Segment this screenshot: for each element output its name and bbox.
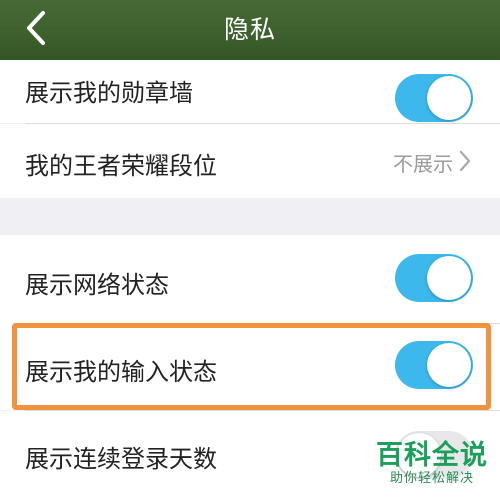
watermark-subtitle: 助你轻松解决 — [389, 471, 474, 486]
input-status-toggle[interactable] — [395, 341, 473, 389]
game-rank-value: 不展示 — [393, 152, 453, 176]
page-title: 隐私 — [223, 15, 276, 44]
toggle-knob — [427, 343, 471, 387]
toggle-knob — [427, 256, 471, 300]
medal-wall-toggle[interactable] — [395, 74, 473, 122]
nav-bar: 隐私 — [0, 0, 500, 60]
settings-row-label: 展示网络状态 — [25, 271, 169, 299]
settings-row-game-rank[interactable]: 我的王者荣耀段位 不展示 — [0, 124, 500, 198]
settings-row-input-status[interactable]: 展示我的输入状态 — [0, 324, 500, 410]
settings-row-label: 展示连续登录天数 — [25, 445, 217, 473]
toggle-knob — [427, 76, 471, 120]
settings-row-label: 展示我的输入状态 — [25, 358, 217, 386]
settings-row-label: 展示我的勋章墙 — [25, 79, 193, 107]
settings-row-label: 我的王者荣耀段位 — [25, 152, 217, 180]
watermark-title: 百科全说 — [376, 440, 488, 471]
privacy-settings-screen: 展示我的勋章墙 我的王者荣耀段位 不展示 展示网络状态 展示我的输入状态 展示连… — [0, 0, 500, 503]
chevron-right-icon — [459, 150, 471, 176]
watermark: 百科全说 助你轻松解决 — [376, 441, 488, 487]
network-status-toggle[interactable] — [395, 254, 473, 302]
settings-row-network-status[interactable]: 展示网络状态 — [0, 235, 500, 324]
